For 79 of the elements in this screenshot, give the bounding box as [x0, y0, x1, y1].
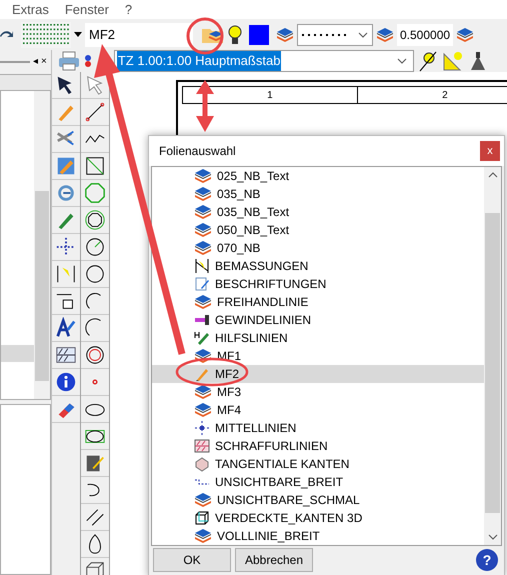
layer-item[interactable]: 035_NB	[194, 185, 260, 203]
layer-stack-icon	[194, 168, 212, 184]
layer-item[interactable]: 050_NB_Text	[194, 221, 290, 239]
column-header: 1	[267, 88, 273, 102]
layer-stack-icon	[194, 294, 212, 310]
cube-icon	[194, 510, 210, 526]
layer-item[interactable]: MITTELLINIEN	[194, 419, 296, 437]
color-swatch[interactable]	[249, 24, 269, 44]
info-icon[interactable]	[54, 371, 77, 393]
circle-icon[interactable]	[84, 236, 106, 258]
layer-item[interactable]: SCHRAFFURLINIEN	[194, 437, 328, 455]
layer-item[interactable]: 025_NB_Text	[194, 167, 290, 185]
layer-stack-icon	[194, 204, 212, 220]
layer-stack-icon	[194, 348, 212, 364]
circle-icon[interactable]	[84, 263, 106, 285]
layer-item[interactable]: BESCHRIFTUNGEN	[194, 275, 326, 293]
layer-item[interactable]: VERDECKTE_KANTEN 3D	[194, 509, 362, 527]
layer-item[interactable]: BEMASSUNGEN	[194, 257, 308, 275]
help-button[interactable]: ?	[476, 549, 498, 571]
crosshair-icon	[194, 420, 210, 436]
close-button[interactable]: x	[480, 141, 500, 161]
menu-item[interactable]: Extras	[12, 0, 49, 20]
dialog-title: Folienauswahl	[159, 143, 236, 160]
chevron-down-icon	[358, 32, 368, 38]
octagon-icon[interactable]	[84, 182, 106, 204]
layer-stack-icon	[194, 528, 212, 544]
layer-item[interactable]: VOLLLINIE_BREIT	[194, 527, 320, 545]
dimension-icon[interactable]	[54, 263, 77, 285]
layer-stack-icon	[194, 384, 212, 400]
octagon-circle-icon[interactable]	[84, 209, 106, 231]
layer-stack-icon	[194, 402, 212, 418]
dotted-line-icon	[302, 32, 346, 36]
label-pencil-icon	[194, 276, 210, 292]
panel-control[interactable]: ◂	[33, 57, 38, 67]
scrollbar[interactable]	[34, 91, 50, 399]
layer-item[interactable]: 035_NB_Text	[194, 203, 290, 221]
pencil-icon	[194, 366, 210, 382]
layer-stack-icon	[194, 186, 212, 202]
layer-item[interactable]: UNSICHTBARE_SCHMAL	[194, 491, 360, 509]
list-row-highlight	[1, 345, 34, 362]
dialog-button[interactable]: OK	[153, 548, 231, 572]
text-pen-icon[interactable]	[54, 317, 77, 339]
hatch-icon[interactable]	[54, 344, 77, 366]
line-width-field[interactable]: 0.500000	[397, 24, 453, 46]
dimension-icon	[194, 258, 210, 274]
letter-pencil-icon	[194, 330, 210, 346]
layer-item[interactable]: MF2	[152, 365, 484, 383]
caret-icon[interactable]	[74, 32, 82, 38]
scale-dropdown[interactable]: TZ 1.00:1.00 Hauptmaßstab	[114, 50, 414, 72]
layer-item[interactable]: 070_NB	[194, 239, 260, 257]
layer-field[interactable]: MF2	[85, 22, 193, 46]
layer-item[interactable]: FREIHANDLINIE	[194, 293, 308, 311]
line-type-dropdown[interactable]	[297, 24, 373, 46]
layer-stack-icon	[456, 26, 474, 42]
line-icon[interactable]	[84, 101, 106, 123]
light-bulb-icon[interactable]	[227, 24, 243, 46]
column-header: 2	[442, 88, 448, 102]
scrollbar[interactable]	[484, 167, 501, 545]
menu-item[interactable]: Fenster	[64, 0, 109, 20]
annotation-arrow	[196, 80, 214, 132]
menu-item[interactable]: ?	[124, 0, 132, 20]
layer-item[interactable]: TANGENTIALE KANTEN	[194, 455, 350, 473]
layer-stack-icon	[194, 240, 212, 256]
layer-item[interactable]: MF3	[194, 383, 241, 401]
layer-item[interactable]: HILFSLINIEN	[194, 329, 288, 347]
chevron-down-icon	[396, 58, 407, 64]
rectangle-icon[interactable]	[84, 155, 106, 177]
bolt-icon	[194, 312, 210, 328]
light-bulb-icon[interactable]	[418, 50, 438, 72]
layer-stack-icon	[376, 26, 394, 42]
annotation-circle	[186, 18, 224, 54]
layer-stack-icon	[194, 492, 212, 508]
layer-stack-icon	[276, 26, 294, 42]
dialog-button[interactable]: Abbrechen	[235, 548, 313, 572]
layer-stack-icon	[194, 222, 212, 238]
hatch-icon	[194, 438, 210, 454]
panel-control[interactable]: ×	[41, 57, 47, 67]
layer-item[interactable]: MF4	[194, 401, 241, 419]
double-circle-icon[interactable]	[84, 344, 106, 366]
